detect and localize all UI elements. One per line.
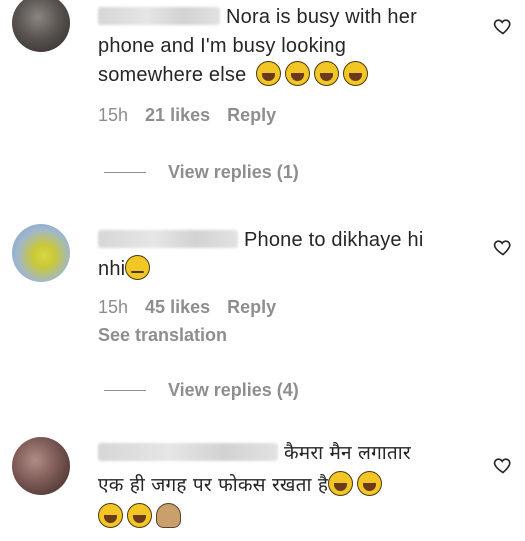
heart-icon[interactable] xyxy=(493,16,513,36)
comment-text: Nora is busy with her phone and I'm busy… xyxy=(98,6,417,86)
timestamp: 15h xyxy=(98,297,129,317)
unamused-face-emoji xyxy=(125,255,151,280)
tears-of-joy-emoji xyxy=(98,503,123,528)
avatar[interactable] xyxy=(12,224,70,282)
see-translation-link[interactable]: See translation xyxy=(98,325,227,346)
reply-button[interactable]: Reply xyxy=(227,297,276,318)
heart-icon[interactable] xyxy=(493,237,513,257)
username-redacted[interactable] xyxy=(98,443,278,461)
comment-text: कैमरा मैन लगातार एक ही जगह पर फोकस रखता … xyxy=(98,437,478,533)
view-replies-button[interactable]: View replies (1) xyxy=(104,162,299,183)
avatar[interactable] xyxy=(12,437,70,495)
tears-of-joy-emoji xyxy=(328,471,354,496)
divider-line xyxy=(104,172,146,173)
timestamp: 15h xyxy=(98,105,129,125)
avatar[interactable] xyxy=(12,0,70,52)
person-facepalming-emoji xyxy=(156,503,181,528)
comment-text: Phone to dikhaye hi nhi xyxy=(98,229,424,280)
view-replies-button[interactable]: View replies (4) xyxy=(104,380,299,401)
tears-of-joy-emoji xyxy=(127,503,152,528)
tears-of-joy-emoji xyxy=(343,61,369,86)
likes-count[interactable]: 21 likes xyxy=(145,105,210,126)
username-redacted[interactable] xyxy=(98,230,238,248)
likes-count[interactable]: 45 likes xyxy=(145,297,210,318)
comment-meta: 15h 45 likes Reply xyxy=(98,297,276,318)
tears-of-joy-emoji xyxy=(314,61,340,86)
username-redacted[interactable] xyxy=(98,7,220,25)
reply-button[interactable]: Reply xyxy=(227,105,276,126)
divider-line xyxy=(104,390,146,391)
heart-icon[interactable] xyxy=(493,455,513,475)
tears-of-joy-emoji xyxy=(285,61,311,86)
comment-meta: 15h 21 likes Reply xyxy=(98,105,276,126)
tears-of-joy-emoji xyxy=(256,61,282,86)
tears-of-joy-emoji xyxy=(357,471,383,496)
